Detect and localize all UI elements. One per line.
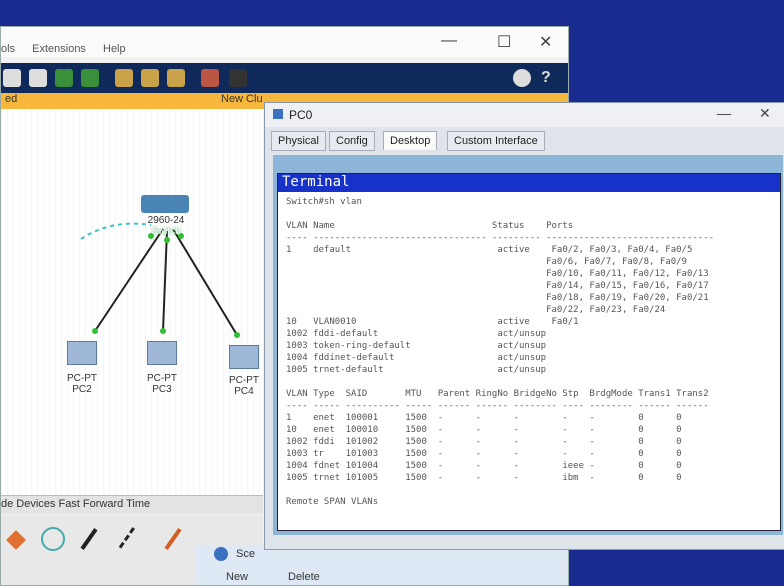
pc3-icon[interactable] bbox=[147, 341, 177, 365]
minimize-icon[interactable]: — bbox=[717, 105, 731, 121]
terminal-title: Terminal bbox=[278, 174, 780, 192]
pc2-label: PC2 bbox=[72, 384, 92, 395]
pc-icon bbox=[273, 109, 283, 119]
pc0-tabs: Physical Config Desktop Custom Interface bbox=[265, 127, 784, 151]
connection-icon[interactable] bbox=[41, 527, 65, 551]
pc4-icon[interactable] bbox=[229, 345, 259, 369]
type-row: 1004 fdnet 101004 1500 - - - ieee - 0 0 bbox=[286, 461, 682, 471]
lightning-icon[interactable] bbox=[6, 530, 26, 550]
vlan-line: 1002 fddi-default act/unsup bbox=[286, 329, 547, 339]
new-cluster-label[interactable]: New Clu bbox=[221, 93, 263, 105]
vlan-header: VLAN Name Status Ports bbox=[286, 221, 574, 231]
logical-tab-label[interactable]: ed bbox=[5, 93, 17, 105]
activity-wizard-icon[interactable] bbox=[29, 69, 47, 87]
type-row: 10 enet 100010 1500 - - - - - 0 0 bbox=[286, 425, 682, 435]
pc3-type-label: PC-PT bbox=[147, 373, 177, 384]
tab-config[interactable]: Config bbox=[329, 131, 375, 151]
zoom-out-icon[interactable] bbox=[167, 69, 185, 87]
undo-icon[interactable] bbox=[55, 69, 73, 87]
link-pc4 bbox=[172, 228, 238, 336]
redo-icon[interactable] bbox=[81, 69, 99, 87]
status-bar: de Devices Fast Forward Time bbox=[1, 495, 263, 514]
print-icon[interactable] bbox=[3, 69, 21, 87]
pc3-label: PC3 bbox=[152, 384, 172, 395]
terminal-command: Switch#sh vlan bbox=[286, 197, 362, 207]
remote-span-line: Remote SPAN VLANs bbox=[286, 497, 379, 507]
menu-tools[interactable]: ols bbox=[1, 43, 15, 55]
scenario-label: Sce bbox=[236, 548, 255, 560]
pc0-window: PC0 — ✕ Physical Config Desktop Custom I… bbox=[264, 102, 784, 550]
zoom-reset-icon[interactable] bbox=[141, 69, 159, 87]
vlan-line: Fa0/22, Fa0/23, Fa0/24 bbox=[286, 305, 666, 315]
pc4-type-label: PC-PT bbox=[229, 375, 259, 386]
pc0-titlebar: PC0 — ✕ bbox=[265, 103, 784, 127]
vlan-line: 1003 token-ring-default act/unsup bbox=[286, 341, 547, 351]
scenario-icon[interactable] bbox=[214, 547, 228, 561]
straight-cable-icon[interactable] bbox=[80, 528, 98, 550]
link-pc3 bbox=[162, 230, 168, 332]
fiber-cable-icon[interactable] bbox=[164, 528, 182, 550]
vlan-line: 10 VLAN0010 active Fa0/1 bbox=[286, 317, 579, 327]
logical-workspace[interactable]: 2960-24 Switch PC-PT PC2 PC-PT PC3 PC-PT… bbox=[1, 109, 263, 513]
pc2-type-label: PC-PT bbox=[67, 373, 97, 384]
switch-icon[interactable] bbox=[141, 195, 189, 213]
vlan-line: Fa0/14, Fa0/15, Fa0/16, Fa0/17 bbox=[286, 281, 709, 291]
desktop-area: Terminal Switch#sh vlan VLAN Name Status… bbox=[273, 155, 783, 535]
vlan-line: 1004 fddinet-default act/unsup bbox=[286, 353, 547, 363]
scenario-panel: Sce New Delete bbox=[196, 545, 568, 585]
tab-custom-interface[interactable]: Custom Interface bbox=[447, 131, 545, 151]
crossover-cable-icon[interactable] bbox=[118, 527, 139, 551]
menubar: ols Extensions Help bbox=[1, 43, 568, 61]
custom-device-icon[interactable] bbox=[229, 69, 247, 87]
type-row: 1003 tr 101003 1500 - - - - - 0 0 bbox=[286, 449, 682, 459]
switch-model-label: 2960-24 bbox=[147, 215, 185, 226]
type-header: VLAN Type SAID MTU Parent RingNo BridgeN… bbox=[286, 389, 709, 399]
type-row: 1 enet 100001 1500 - - - - - 0 0 bbox=[286, 413, 682, 423]
zoom-in-icon[interactable] bbox=[115, 69, 133, 87]
menu-extensions[interactable]: Extensions bbox=[32, 43, 86, 55]
type-separator: ---- ----- ---------- ----- ------ -----… bbox=[286, 401, 709, 411]
tab-physical[interactable]: Physical bbox=[271, 131, 326, 151]
link-pc2 bbox=[94, 228, 164, 332]
vlan-separator: ---- -------------------------------- --… bbox=[286, 233, 715, 243]
type-row: 1005 trnet 101005 1500 - - - ibm - 0 0 bbox=[286, 473, 682, 483]
info-icon[interactable] bbox=[513, 69, 531, 87]
pc4-label: PC4 bbox=[234, 386, 254, 397]
terminal-window[interactable]: Terminal Switch#sh vlan VLAN Name Status… bbox=[277, 173, 781, 531]
menu-help[interactable]: Help bbox=[103, 43, 126, 55]
pc0-title-text: PC0 bbox=[289, 108, 313, 122]
new-scenario-button[interactable]: New bbox=[226, 571, 248, 583]
vlan-line: Fa0/18, Fa0/19, Fa0/20, Fa0/21 bbox=[286, 293, 709, 303]
type-row: 1002 fddi 101002 1500 - - - - - 0 0 bbox=[286, 437, 682, 447]
status-text: de Devices Fast Forward Time bbox=[1, 498, 151, 510]
terminal-output[interactable]: Switch#sh vlan VLAN Name Status Ports --… bbox=[286, 196, 776, 526]
delete-scenario-button[interactable]: Delete bbox=[288, 571, 320, 583]
switch-label: Switch bbox=[151, 226, 181, 237]
vlan-line: 1 default active Fa0/2, Fa0/3, Fa0/4, Fa… bbox=[286, 245, 693, 255]
vlan-line: Fa0/10, Fa0/11, Fa0/12, Fa0/13 bbox=[286, 269, 709, 279]
close-icon[interactable]: ✕ bbox=[759, 105, 771, 122]
vlan-line: 1005 trnet-default act/unsup bbox=[286, 365, 547, 375]
tab-desktop[interactable]: Desktop bbox=[383, 131, 438, 150]
pc2-icon[interactable] bbox=[67, 341, 97, 365]
vlan-line: Fa0/6, Fa0/7, Fa0/8, Fa0/9 bbox=[286, 257, 687, 267]
toolbar: ? bbox=[1, 63, 568, 93]
help-icon[interactable]: ? bbox=[541, 69, 559, 87]
palette-icon[interactable] bbox=[201, 69, 219, 87]
